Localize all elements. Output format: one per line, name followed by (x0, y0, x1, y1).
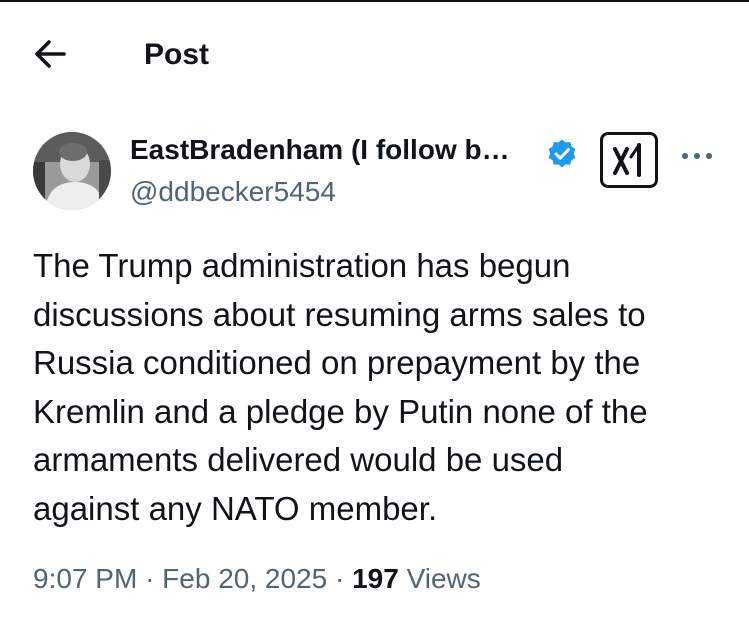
verified-badge-icon (548, 139, 576, 168)
tweet-text: The Trump administration has begun discu… (33, 247, 648, 527)
grok-logo-icon (613, 143, 641, 177)
back-button[interactable] (30, 36, 74, 72)
more-options-button[interactable] (678, 138, 716, 174)
views-count: 197 (352, 563, 399, 594)
more-horizontal-icon (682, 153, 712, 159)
avatar-image (33, 132, 111, 210)
post-header: Post (0, 18, 749, 90)
author-handle[interactable]: @ddbecker5454 (130, 174, 336, 210)
page-title: Post (144, 38, 210, 71)
avatar[interactable] (33, 132, 111, 210)
arrow-left-icon (35, 40, 66, 68)
meta-separator: · (145, 563, 155, 594)
tweet-time[interactable]: 9:07 PM (33, 563, 137, 594)
tweet-meta: 9:07 PM · Feb 20, 2025 · 197 Views (33, 561, 481, 597)
top-divider (0, 0, 749, 2)
meta-separator: · (334, 563, 345, 594)
author-row: EastBradenham (I follow b… @ddbecker5454 (0, 128, 749, 218)
tweet-date[interactable]: Feb 20, 2025 (162, 563, 327, 594)
grok-button[interactable] (600, 132, 658, 188)
author-display-name[interactable]: EastBradenham (I follow b… (130, 132, 510, 168)
views-label: Views (406, 563, 481, 594)
